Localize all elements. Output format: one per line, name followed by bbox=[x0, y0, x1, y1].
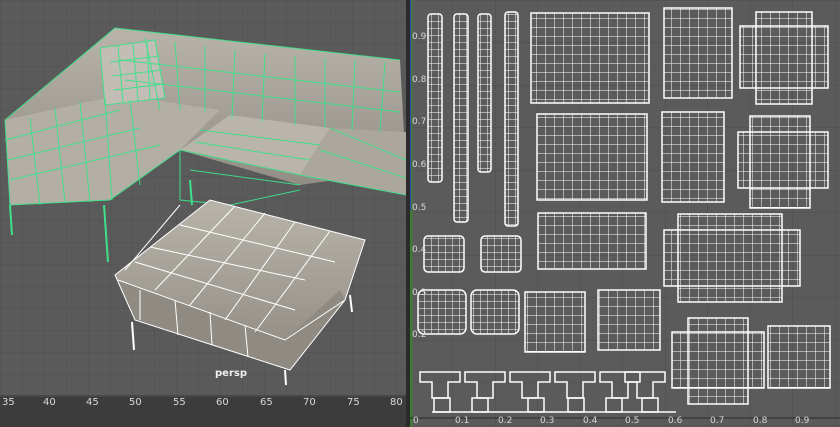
timeline-tick: 70 bbox=[303, 397, 316, 408]
timeline-tick: 45 bbox=[86, 397, 99, 408]
viewport-canvas[interactable] bbox=[0, 0, 406, 427]
timeline-tick: 65 bbox=[260, 397, 273, 408]
uv-v-tick: 0.8 bbox=[412, 75, 427, 85]
uv-v-tick: 0.7 bbox=[412, 117, 427, 127]
uv-u-tick: 0.1 bbox=[455, 416, 470, 426]
timeline-tick: 35 bbox=[2, 397, 15, 408]
uv-u-tick: 0.2 bbox=[498, 416, 513, 426]
uv-u-tick: 0.8 bbox=[753, 416, 768, 426]
timeline-tick: 80 bbox=[390, 397, 403, 408]
uv-v-tick: 0.3 bbox=[412, 288, 427, 298]
uv-u-tick: 0.5 bbox=[625, 416, 640, 426]
uv-u-tick: 0.4 bbox=[583, 416, 598, 426]
uv-u-tick: 0.3 bbox=[540, 416, 555, 426]
time-slider[interactable] bbox=[0, 395, 406, 427]
uv-u-tick: 0.7 bbox=[710, 416, 725, 426]
timeline-tick: 40 bbox=[43, 397, 56, 408]
uv-v-tick: 0.6 bbox=[412, 160, 427, 170]
camera-label: persp bbox=[215, 368, 247, 379]
uv-v-tick: 0.2 bbox=[412, 330, 427, 340]
uv-editor[interactable]: 0.9 0.8 0.7 0.6 0.5 0.4 0.3 0.2 0 0.1 0.… bbox=[410, 0, 840, 427]
uv-canvas[interactable] bbox=[410, 0, 840, 427]
timeline-tick: 50 bbox=[129, 397, 142, 408]
timeline-tick: 55 bbox=[173, 397, 186, 408]
uv-u-tick: 0.9 bbox=[795, 416, 810, 426]
uv-v-tick: 0.4 bbox=[412, 245, 427, 255]
uv-v-tick: 0.9 bbox=[412, 32, 427, 42]
uv-u-tick: 0 bbox=[413, 416, 419, 426]
uv-u-tick: 0.6 bbox=[668, 416, 683, 426]
timeline-tick: 60 bbox=[216, 397, 229, 408]
perspective-viewport[interactable]: persp 35 40 45 50 55 60 65 70 75 80 bbox=[0, 0, 406, 427]
uv-v-tick: 0.5 bbox=[412, 203, 427, 213]
timeline-tick: 75 bbox=[347, 397, 360, 408]
